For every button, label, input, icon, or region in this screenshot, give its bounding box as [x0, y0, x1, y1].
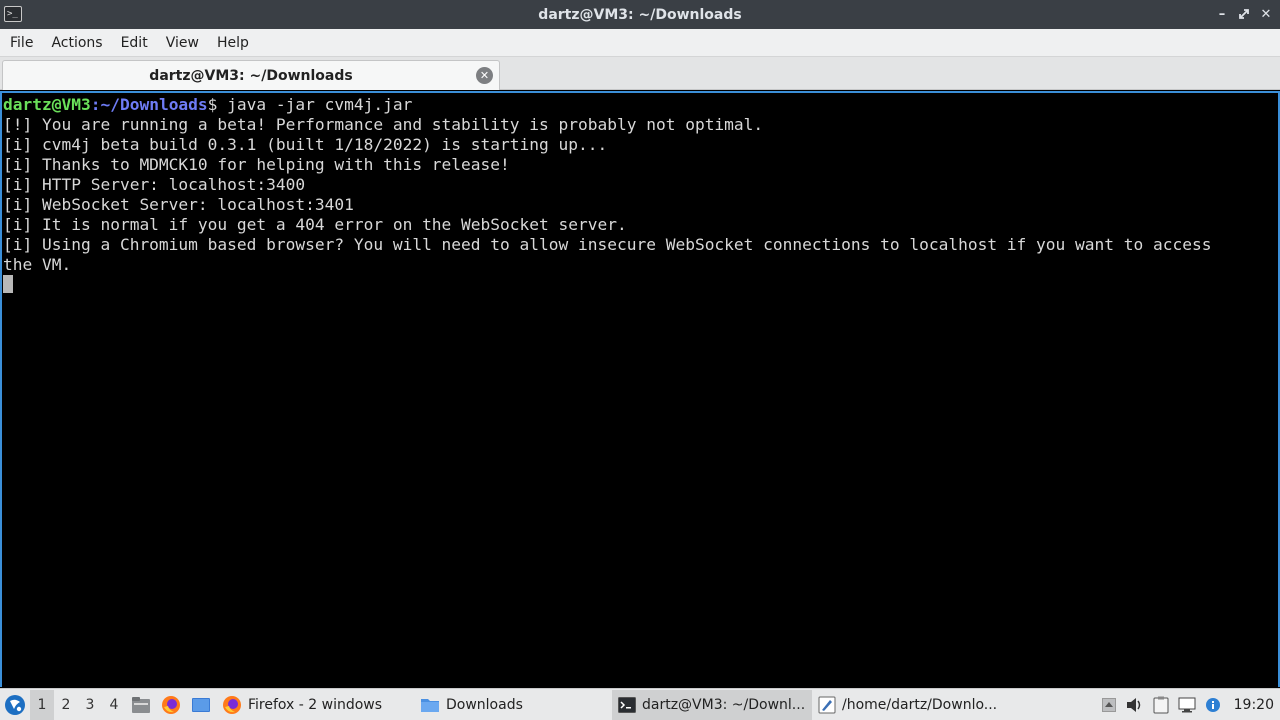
folder-icon [421, 698, 439, 712]
prompt-separator: : [90, 95, 101, 114]
terminal-line: [i] Thanks to MDMCK10 for helping with t… [3, 155, 510, 174]
task-label: Firefox - 2 windows [248, 696, 383, 713]
tab-close-button[interactable]: ✕ [476, 67, 493, 84]
terminal-command: java -jar cvm4j.jar [217, 95, 413, 114]
volume-button[interactable] [1122, 690, 1148, 720]
window-title: dartz@VM3: ~/Downloads [538, 6, 742, 23]
task-label: dartz@VM3: ~/Downl... [642, 696, 806, 713]
updates-button[interactable] [1200, 690, 1226, 720]
clipboard-icon [1153, 696, 1169, 713]
terminal-line: [i] WebSocket Server: localhost:3401 [3, 195, 354, 214]
task-label: /home/dartz/Downlo... [842, 696, 998, 713]
taskbar: 1 2 3 4 Firefox - 2 windows Downloads da… [0, 688, 1280, 720]
prompt-symbol: $ [207, 95, 218, 114]
menu-edit[interactable]: Edit [115, 35, 160, 51]
terminal-line: [i] Using a Chromium based browser? You … [3, 235, 1212, 254]
terminal-line: [!] You are running a beta! Performance … [3, 115, 764, 134]
clock[interactable]: 19:20 [1226, 697, 1280, 713]
terminal-line: [i] HTTP Server: localhost:3400 [3, 175, 306, 194]
info-icon [1205, 697, 1220, 712]
prompt-user: dartz@VM3 [3, 95, 91, 114]
chevron-up-icon [1101, 697, 1116, 712]
network-icon [1178, 697, 1196, 712]
task-downloads[interactable]: Downloads [414, 690, 612, 720]
terminal-output[interactable]: dartz@VM3:~/Downloads$ java -jar cvm4j.j… [0, 91, 1280, 687]
terminal-prompt-line: dartz@VM3:~/Downloads$ java -jar cvm4j.j… [3, 95, 1278, 115]
prompt-path: ~/Downloads [100, 95, 208, 114]
menu-help[interactable]: Help [211, 35, 261, 51]
text-cursor [3, 275, 13, 293]
start-menu-button[interactable] [0, 690, 30, 720]
tab-bar: dartz@VM3: ~/Downloads ✕ [0, 57, 1280, 90]
tab-label: dartz@VM3: ~/Downloads [149, 67, 353, 84]
menu-view[interactable]: View [160, 35, 211, 51]
menu-file[interactable]: File [4, 35, 45, 51]
system-tray: 19:20 [1096, 690, 1280, 720]
restore-button[interactable] [1236, 4, 1252, 24]
task-terminal[interactable]: dartz@VM3: ~/Downl... [612, 689, 812, 720]
volume-icon [1126, 697, 1140, 712]
workspace-4[interactable]: 4 [102, 690, 126, 720]
terminal-icon[interactable]: >_ [4, 6, 22, 22]
firefox-icon [162, 695, 180, 714]
tab-terminal[interactable]: dartz@VM3: ~/Downloads ✕ [2, 60, 500, 90]
close-button[interactable]: ✕ [1258, 4, 1274, 24]
quicklaunch-file-manager[interactable] [126, 690, 156, 720]
task-label: Downloads [446, 696, 523, 713]
task-text-editor[interactable]: /home/dartz/Downlo... [812, 690, 1008, 720]
clipboard-button[interactable] [1148, 690, 1174, 720]
terminal-line: the VM. [3, 255, 72, 274]
quicklaunch-firefox[interactable] [156, 690, 186, 720]
task-firefox[interactable]: Firefox - 2 windows [216, 690, 414, 720]
network-button[interactable] [1174, 690, 1200, 720]
minimize-button[interactable]: – [1214, 4, 1230, 24]
file-manager-icon [132, 696, 150, 713]
firefox-icon [223, 695, 241, 714]
terminal-cursor-line [3, 275, 1278, 295]
text-editor-icon [818, 696, 836, 713]
menubar: File Actions Edit View Help [0, 29, 1280, 57]
workspace-2[interactable]: 2 [54, 690, 78, 720]
workspace-3[interactable]: 3 [78, 690, 102, 720]
app-launcher-icon [5, 694, 25, 715]
menu-actions[interactable]: Actions [45, 35, 114, 51]
workspace-1[interactable]: 1 [30, 689, 54, 720]
terminal-line: [i] It is normal if you get a 404 error … [3, 215, 627, 234]
terminal-line: [i] cvm4j beta build 0.3.1 (built 1/18/2… [3, 135, 608, 154]
quicklaunch-desktop[interactable] [186, 690, 216, 720]
restore-icon [1239, 9, 1249, 19]
terminal-icon [618, 696, 636, 713]
desktop-icon [192, 697, 210, 712]
tray-expand-button[interactable] [1096, 690, 1122, 720]
window-controls: – ✕ [1214, 4, 1274, 24]
window-titlebar[interactable]: >_ dartz@VM3: ~/Downloads – ✕ [0, 0, 1280, 29]
